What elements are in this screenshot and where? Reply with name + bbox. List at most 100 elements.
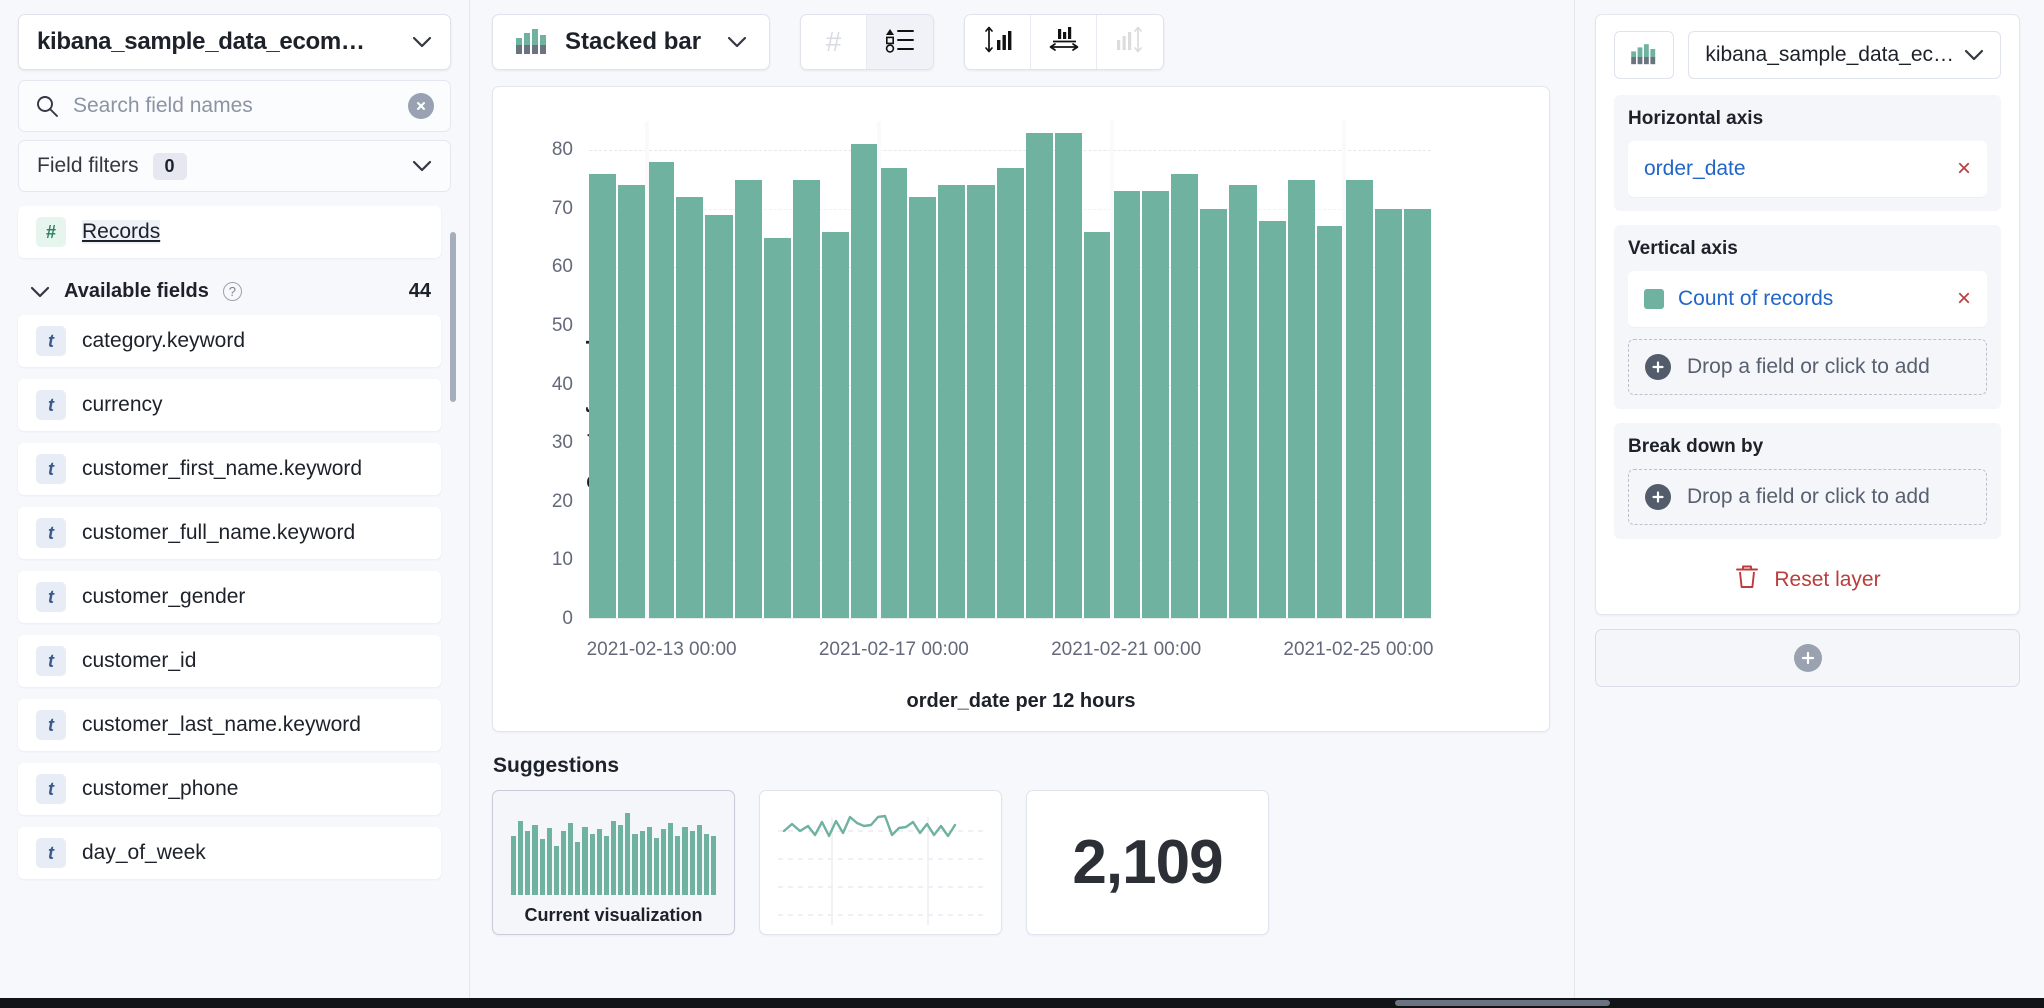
- field-item[interactable]: tcustomer_first_name.keyword: [18, 443, 441, 495]
- vertical-axis-dimension[interactable]: Count of records ×: [1628, 271, 1987, 327]
- chevron-down-icon[interactable]: [30, 286, 50, 298]
- field-item[interactable]: tcustomer_phone: [18, 763, 441, 815]
- bar[interactable]: [1142, 191, 1169, 619]
- bar[interactable]: [1055, 133, 1082, 619]
- field-item[interactable]: tcustomer_gender: [18, 571, 441, 623]
- field-item-records[interactable]: # Records: [18, 206, 441, 258]
- stacked-bar-icon: [1630, 41, 1658, 70]
- field-item[interactable]: tcurrency: [18, 379, 441, 431]
- bar[interactable]: [618, 185, 645, 619]
- bar[interactable]: [589, 174, 616, 619]
- x-axis-separator: [877, 121, 881, 619]
- bar[interactable]: [1317, 226, 1344, 619]
- chevron-down-icon[interactable]: [412, 160, 432, 172]
- x-axis-tick-label: 2021-02-21 00:00: [1051, 639, 1201, 661]
- bar[interactable]: [676, 197, 703, 619]
- metrics-toggle-button[interactable]: #: [801, 15, 867, 69]
- suggestion-line-chart[interactable]: [759, 790, 1002, 935]
- vertical-axis-dropzone-label: Drop a field or click to add: [1687, 355, 1930, 379]
- mini-bar: [625, 813, 630, 895]
- bar[interactable]: [764, 238, 791, 619]
- bar[interactable]: [1346, 180, 1373, 619]
- breakdown-title: Break down by: [1628, 436, 1987, 458]
- datasource-picker[interactable]: kibana_sample_data_ecom…: [18, 14, 451, 70]
- metric-preview-value: 2,109: [1027, 791, 1268, 934]
- field-item[interactable]: tcustomer_full_name.keyword: [18, 507, 441, 559]
- bar[interactable]: [822, 232, 849, 619]
- bar[interactable]: [851, 144, 878, 619]
- y-axis-tick-label: 10: [552, 549, 573, 571]
- bar[interactable]: [1404, 209, 1431, 619]
- horizontal-axis-settings-button[interactable]: [1031, 15, 1097, 69]
- bar[interactable]: [1229, 185, 1256, 619]
- vertical-axis-dropzone[interactable]: Drop a field or click to add: [1628, 339, 1987, 395]
- field-filters-label: Field filters: [37, 154, 139, 178]
- remove-vertical-dimension-icon[interactable]: ×: [1957, 287, 1971, 311]
- bar[interactable]: [1288, 180, 1315, 619]
- available-fields-header[interactable]: Available fields ? 44: [18, 272, 441, 315]
- help-icon[interactable]: ?: [223, 282, 242, 301]
- field-search-row[interactable]: [18, 80, 451, 132]
- field-item[interactable]: t customer_last_name.keyword: [18, 699, 441, 751]
- field-filters-left: Field filters 0: [37, 153, 187, 180]
- bar[interactable]: [1200, 209, 1227, 619]
- horizontal-axis-dimension[interactable]: order_date ×: [1628, 141, 1987, 197]
- mini-bar: [682, 827, 687, 895]
- right-axis-settings-button[interactable]: [1097, 15, 1163, 69]
- number-field-type-icon: #: [36, 217, 66, 247]
- suggestion-metric[interactable]: 2,109: [1026, 790, 1269, 935]
- search-icon: [35, 94, 59, 118]
- bar[interactable]: [997, 168, 1024, 619]
- string-field-type-icon: t: [36, 582, 66, 612]
- string-field-type-icon: t: [36, 710, 66, 740]
- field-item[interactable]: tday_of_week: [18, 827, 441, 879]
- bar[interactable]: [938, 185, 965, 619]
- line-chart-preview: [760, 791, 1002, 935]
- remove-horizontal-dimension-icon[interactable]: ×: [1957, 157, 1971, 181]
- field-list-scroll-area[interactable]: # Records Available fields ? 44 tcategor…: [0, 206, 469, 1008]
- clear-search-icon[interactable]: [408, 93, 434, 119]
- bar[interactable]: [705, 215, 732, 619]
- bar[interactable]: [1375, 209, 1402, 619]
- legend-toggle-button[interactable]: [867, 15, 933, 69]
- bar[interactable]: [1084, 232, 1111, 619]
- bar[interactable]: [880, 168, 907, 619]
- bar[interactable]: [1259, 221, 1286, 619]
- mini-bar: [597, 829, 602, 895]
- layer-datasource-picker[interactable]: kibana_sample_data_ec…: [1688, 31, 2001, 79]
- x-axis-tick-label: 2021-02-13 00:00: [587, 639, 737, 661]
- right-axis-icon: [1114, 25, 1146, 60]
- vertical-axis-settings-button[interactable]: [965, 15, 1031, 69]
- breakdown-dropzone[interactable]: Drop a field or click to add: [1628, 469, 1987, 525]
- reset-layer-button[interactable]: Reset layer: [1614, 553, 2001, 600]
- bar[interactable]: [1171, 174, 1198, 619]
- bar[interactable]: [1026, 133, 1053, 619]
- series-color-swatch[interactable]: [1644, 289, 1664, 309]
- legend-icon: [885, 26, 915, 59]
- field-item-label: customer_last_name.keyword: [82, 711, 361, 739]
- bar[interactable]: [967, 185, 994, 619]
- y-axis-tick-label: 0: [562, 608, 573, 630]
- mini-bar: [525, 831, 530, 895]
- field-item[interactable]: tcustomer_id: [18, 635, 441, 687]
- bar[interactable]: [909, 197, 936, 619]
- sidebar-scrollbar[interactable]: [450, 232, 456, 402]
- layer-chart-type-button[interactable]: [1614, 31, 1674, 79]
- mini-bar: [518, 821, 523, 895]
- chart-type-switcher[interactable]: Stacked bar: [492, 14, 770, 70]
- mini-bar: [647, 827, 652, 895]
- horizontal-scrollbar[interactable]: [1395, 1000, 1610, 1006]
- visualization-canvas[interactable]: Count of records 01020304050607080 2021-…: [492, 86, 1550, 732]
- field-item[interactable]: tcategory.keyword: [18, 315, 441, 367]
- breakdown-dropzone-label: Drop a field or click to add: [1687, 485, 1930, 509]
- mini-bar: [511, 836, 516, 895]
- bar[interactable]: [735, 180, 762, 619]
- bar[interactable]: [793, 180, 820, 619]
- add-layer-button[interactable]: [1595, 629, 2020, 687]
- bar[interactable]: [1113, 191, 1140, 619]
- suggestion-current-visualization[interactable]: Current visualization: [492, 790, 735, 935]
- search-input[interactable]: [73, 94, 394, 118]
- field-filters-row[interactable]: Field filters 0: [18, 140, 451, 192]
- mini-bar: [540, 839, 545, 895]
- bar[interactable]: [647, 162, 674, 619]
